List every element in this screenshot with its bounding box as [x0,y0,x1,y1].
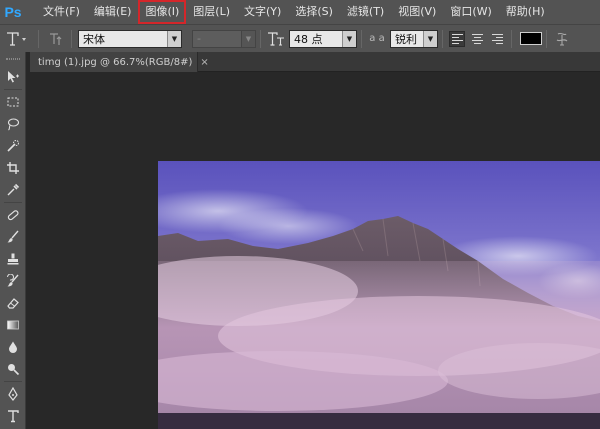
type-tool-icon [7,31,26,46]
align-center-button[interactable] [469,31,485,47]
document-tab-title: timg (1).jpg @ 66.7%(RGB/8#) [38,56,193,68]
options-separator [546,29,547,48]
type-tool[interactable] [0,405,26,427]
antialias-label: a a [369,33,385,44]
tool-separator [4,381,22,382]
font-size-label [265,31,287,47]
lasso-tool[interactable] [0,113,26,135]
menu-window[interactable]: 窗口(W) [443,0,498,24]
brush-icon [7,230,19,243]
chevron-down-icon: ▼ [423,30,437,47]
drop-icon [9,341,17,353]
chevron-down-icon: ▼ [342,30,356,47]
align-left-button[interactable] [449,30,465,47]
pen-icon [8,387,18,401]
photoshop-logo: Ps [4,4,22,20]
warp-text-button[interactable] [551,31,573,47]
menu-select[interactable]: 选择(S) [288,0,340,24]
menu-type[interactable]: 文字(Y) [237,0,288,24]
eraser-tool[interactable] [0,292,26,314]
panel-grip[interactable] [0,52,25,66]
blur-tool[interactable] [0,336,26,358]
font-style-select[interactable]: - ▼ [192,29,256,48]
options-separator [38,29,39,48]
crop-tool[interactable] [0,157,26,179]
menu-edit[interactable]: 编辑(E) [87,0,139,24]
main-menu: 文件(F) 编辑(E) 图像(I) 图层(L) 文字(Y) 选择(S) 滤镜(T… [36,0,552,24]
photoshop-window: Ps 文件(F) 编辑(E) 图像(I) 图层(L) 文字(Y) 选择(S) 滤… [0,0,600,429]
tool-separator [4,89,22,90]
text-orientation-toggle[interactable] [43,31,67,47]
text-orientation-icon [50,32,62,45]
brush-tool[interactable] [0,226,26,248]
document-tab-bar: timg (1).jpg @ 66.7%(RGB/8#) × [30,52,600,72]
font-size-select[interactable]: 48 点 ▼ [289,29,357,48]
stamp-icon [7,253,19,265]
options-separator [442,29,443,48]
eraser-icon [7,298,19,309]
lasso-icon [7,118,20,131]
eyedropper-icon [7,183,20,196]
font-family-select[interactable]: 宋体 ▼ [78,29,182,48]
text-color-swatch[interactable] [520,32,542,45]
tool-separator [4,202,22,203]
document-tab[interactable]: timg (1).jpg @ 66.7%(RGB/8#) × [30,52,209,72]
menu-layer[interactable]: 图层(L) [186,0,237,24]
close-icon[interactable]: × [200,57,208,68]
menu-image[interactable]: 图像(I) [138,0,187,24]
menu-view[interactable]: 视图(V) [391,0,443,24]
dodge-tool[interactable] [0,358,26,380]
document-canvas-image[interactable] [158,161,600,429]
history-brush-tool[interactable] [0,270,26,292]
type-icon [8,410,19,423]
align-right-button[interactable] [489,31,505,47]
font-style-value: - [197,32,201,45]
menu-file[interactable]: 文件(F) [36,0,87,24]
antialias-value: 锐利 [395,32,417,46]
gradient-tool[interactable] [0,314,26,336]
chevron-down-icon: ▼ [167,30,181,47]
marquee-tool[interactable] [0,91,26,113]
rectangle-marquee-icon [7,97,19,107]
gradient-icon [7,320,19,330]
options-separator [511,29,512,48]
font-size-value: 48 点 [294,32,323,46]
menu-help[interactable]: 帮助(H) [499,0,552,24]
mountain-photo [158,161,600,429]
healing-brush-tool[interactable] [0,204,26,226]
clone-stamp-tool[interactable] [0,248,26,270]
history-brush-icon [7,274,19,287]
chevron-down-icon: ▼ [241,30,255,47]
tool-preset-picker[interactable] [0,31,34,47]
menu-filter[interactable]: 滤镜(T) [340,0,391,24]
options-separator [361,29,362,48]
quick-selection-tool[interactable] [0,135,26,157]
antialias-select[interactable]: 锐利 ▼ [390,29,438,48]
options-bar: 宋体 ▼ - ▼ 48 点 ▼ a a 锐利 ▼ [0,24,600,52]
crop-icon [7,162,19,174]
warp-text-icon [556,32,568,46]
move-tool[interactable] [0,66,26,88]
dodge-icon [8,364,20,376]
bandage-icon [7,210,19,221]
font-family-value: 宋体 [83,32,105,46]
move-icon [8,71,19,83]
eyedropper-tool[interactable] [0,179,26,201]
pen-tool[interactable] [0,383,26,405]
tools-panel [0,52,26,429]
options-separator [71,29,72,48]
quick-selection-icon [7,140,19,152]
font-size-icon [268,31,284,46]
menu-bar: Ps 文件(F) 编辑(E) 图像(I) 图层(L) 文字(Y) 选择(S) 滤… [0,0,600,24]
options-separator [260,29,261,48]
